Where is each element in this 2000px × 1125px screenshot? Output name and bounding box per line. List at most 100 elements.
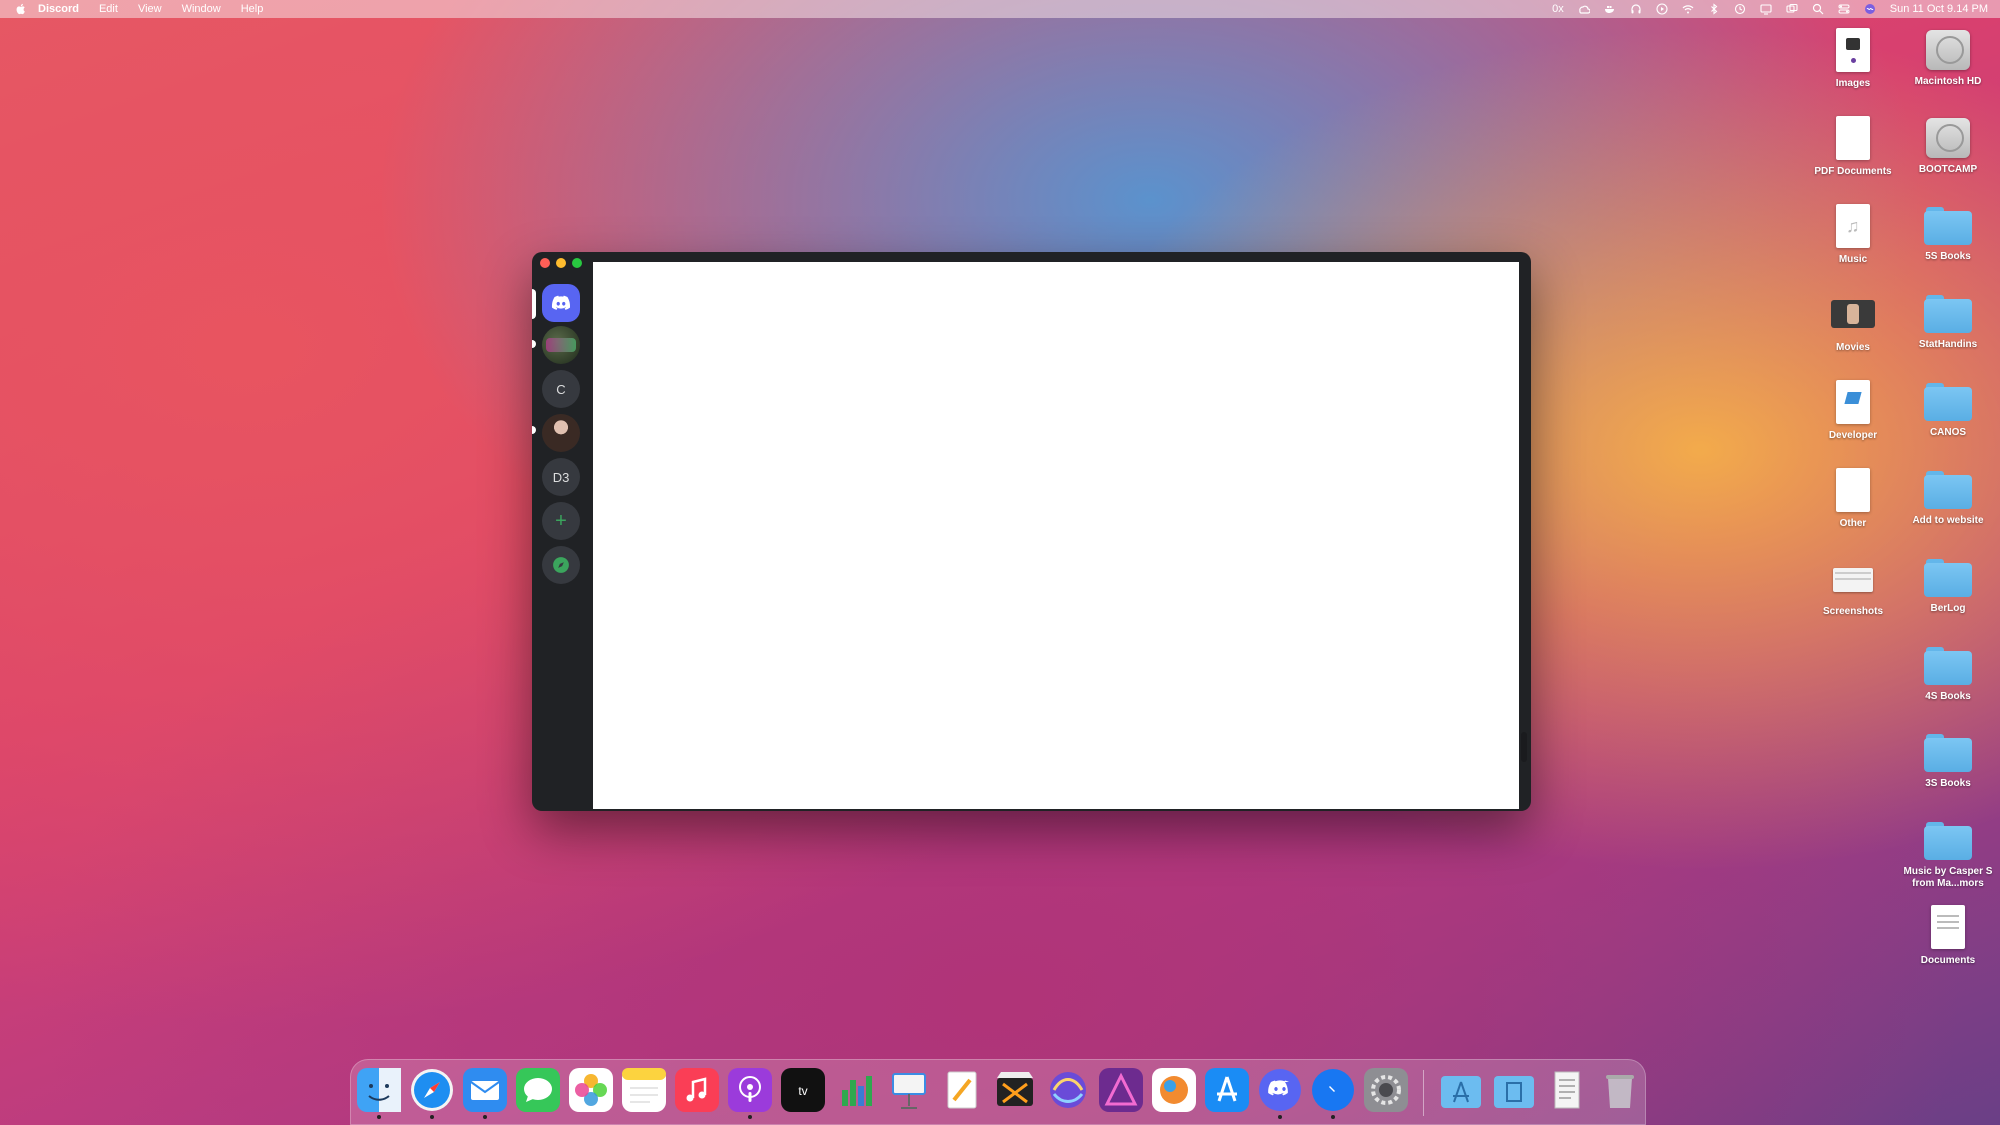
desktop-icon-screenshots[interactable]: Screenshots — [1805, 556, 1901, 618]
dock-documents-folder[interactable] — [1492, 1068, 1536, 1112]
menu-view[interactable]: View — [138, 3, 162, 15]
desktop-icon-movies[interactable]: Movies — [1805, 292, 1901, 354]
wifi-icon[interactable] — [1682, 3, 1694, 15]
dock-podcasts[interactable] — [728, 1068, 772, 1119]
desktop-icon-documents[interactable]: Documents — [1900, 905, 1996, 967]
dock-motion[interactable] — [1046, 1068, 1090, 1112]
unread-indicator — [532, 426, 536, 434]
dock-affinity-designer[interactable] — [1099, 1068, 1143, 1112]
dock-photos[interactable] — [569, 1068, 613, 1112]
bluetooth-icon[interactable] — [1708, 3, 1720, 15]
dock-applications-folder[interactable] — [1439, 1068, 1483, 1112]
dock-mail[interactable] — [463, 1068, 507, 1119]
dock-discord[interactable] — [1258, 1068, 1302, 1119]
desktop-icon-images[interactable]: Images — [1805, 28, 1901, 90]
dock-notes[interactable] — [622, 1068, 666, 1112]
server-icon-1[interactable] — [542, 326, 580, 364]
desktop-icon-4s-books[interactable]: 4S Books — [1900, 644, 1996, 703]
folder-icon — [1924, 734, 1972, 772]
dock-music[interactable] — [675, 1068, 719, 1112]
discord-logo-icon — [551, 295, 571, 310]
server-icon-avatar[interactable] — [542, 414, 580, 452]
numbers-icon — [842, 1076, 872, 1106]
server-icon-c[interactable]: C — [542, 370, 580, 408]
docker-icon[interactable] — [1604, 3, 1616, 15]
apple-menu-icon[interactable] — [14, 2, 28, 16]
dock-messages[interactable] — [516, 1068, 560, 1112]
dock-final-cut-pro[interactable] — [993, 1068, 1037, 1112]
scrollbar[interactable] — [1521, 732, 1527, 762]
movie-file-icon — [1831, 292, 1875, 336]
folder-icon — [1924, 383, 1972, 421]
minimize-window-button[interactable] — [556, 258, 566, 268]
status-text[interactable]: 0x — [1552, 3, 1564, 15]
app-store-icon — [1205, 1068, 1249, 1112]
dock-messenger[interactable] — [1311, 1068, 1355, 1119]
hard-drive-icon — [1926, 30, 1970, 70]
clock[interactable]: Sun 11 Oct 9.14 PM — [1890, 3, 1988, 15]
affinity-icon — [1099, 1068, 1143, 1112]
dock-finder[interactable] — [357, 1068, 401, 1119]
cloud-sync-icon[interactable] — [1578, 3, 1590, 15]
menu-help[interactable]: Help — [241, 3, 264, 15]
folder-icon — [1924, 471, 1972, 509]
search-icon[interactable] — [1812, 3, 1824, 15]
add-server-button[interactable]: + — [542, 502, 580, 540]
trash-icon — [1606, 1075, 1634, 1108]
compass-icon — [553, 557, 569, 573]
control-center-icon[interactable] — [1838, 3, 1850, 15]
applications-folder-icon — [1441, 1076, 1481, 1108]
desktop-icon-5s-books[interactable]: 5S Books — [1900, 204, 1996, 263]
dock-keynote[interactable] — [887, 1068, 931, 1112]
documents-folder-icon — [1494, 1076, 1534, 1108]
pdf-file-icon — [1836, 116, 1870, 160]
dock-pixelmator[interactable] — [1152, 1068, 1196, 1112]
desktop-icon-music-by-casper[interactable]: Music by Casper S from Ma...mors — [1900, 819, 1996, 890]
server-icon-d3[interactable]: D3 — [542, 458, 580, 496]
discord-home-button[interactable] — [542, 284, 580, 322]
zoom-window-button[interactable] — [572, 258, 582, 268]
pixelmator-icon — [1152, 1068, 1196, 1112]
main-content-area[interactable] — [593, 262, 1519, 809]
swift-file-icon — [1836, 380, 1870, 424]
desktop-icon-stathandins[interactable]: StatHandins — [1900, 292, 1996, 351]
desktop-icon-music[interactable]: ♫ Music — [1805, 204, 1901, 266]
screenshots-stack-icon — [1831, 556, 1875, 600]
screen-mirror-icon[interactable] — [1786, 3, 1798, 15]
desktop-icon-canos[interactable]: CANOS — [1900, 380, 1996, 439]
gear-icon — [1364, 1068, 1408, 1112]
desktop-icon-add-to-website[interactable]: Add to website — [1900, 468, 1996, 527]
dock-downloads-stack[interactable] — [1545, 1068, 1589, 1112]
desktop-icon-berlog[interactable]: BerLog — [1900, 556, 1996, 615]
close-window-button[interactable] — [540, 258, 550, 268]
siri-icon[interactable] — [1864, 3, 1876, 15]
keynote-icon — [892, 1073, 926, 1109]
menu-app-name[interactable]: Discord — [38, 3, 79, 15]
desktop-icon-other[interactable]: Other — [1805, 468, 1901, 530]
desktop-icon-developer[interactable]: Developer — [1805, 380, 1901, 442]
play-icon[interactable] — [1656, 3, 1668, 15]
menu-edit[interactable]: Edit — [99, 3, 118, 15]
dock-pages[interactable] — [940, 1068, 984, 1112]
desktop-icon-macintosh-hd[interactable]: Macintosh HD — [1900, 28, 1996, 88]
headphones-icon[interactable] — [1630, 3, 1642, 15]
desktop-icon-3s-books[interactable]: 3S Books — [1900, 731, 1996, 790]
dock-trash[interactable] — [1598, 1068, 1642, 1112]
display-icon[interactable] — [1760, 3, 1772, 15]
dock-app-store[interactable] — [1205, 1068, 1249, 1112]
desktop-icon-pdf-documents[interactable]: PDF Documents — [1805, 116, 1901, 178]
unread-indicator — [532, 340, 536, 348]
image-file-icon — [1836, 28, 1870, 72]
dock-system-preferences[interactable] — [1364, 1068, 1408, 1112]
music-icon — [675, 1068, 719, 1112]
dock-numbers[interactable] — [834, 1068, 878, 1112]
notes-icon — [622, 1068, 666, 1112]
folder-icon — [1924, 822, 1972, 860]
menu-window[interactable]: Window — [182, 3, 221, 15]
hard-drive-icon — [1926, 118, 1970, 158]
time-machine-icon[interactable] — [1734, 3, 1746, 15]
dock-apple-tv[interactable]: tv — [781, 1068, 825, 1112]
explore-servers-button[interactable] — [542, 546, 580, 584]
desktop-icon-bootcamp[interactable]: BOOTCAMP — [1900, 116, 1996, 176]
dock-safari[interactable] — [410, 1068, 454, 1119]
